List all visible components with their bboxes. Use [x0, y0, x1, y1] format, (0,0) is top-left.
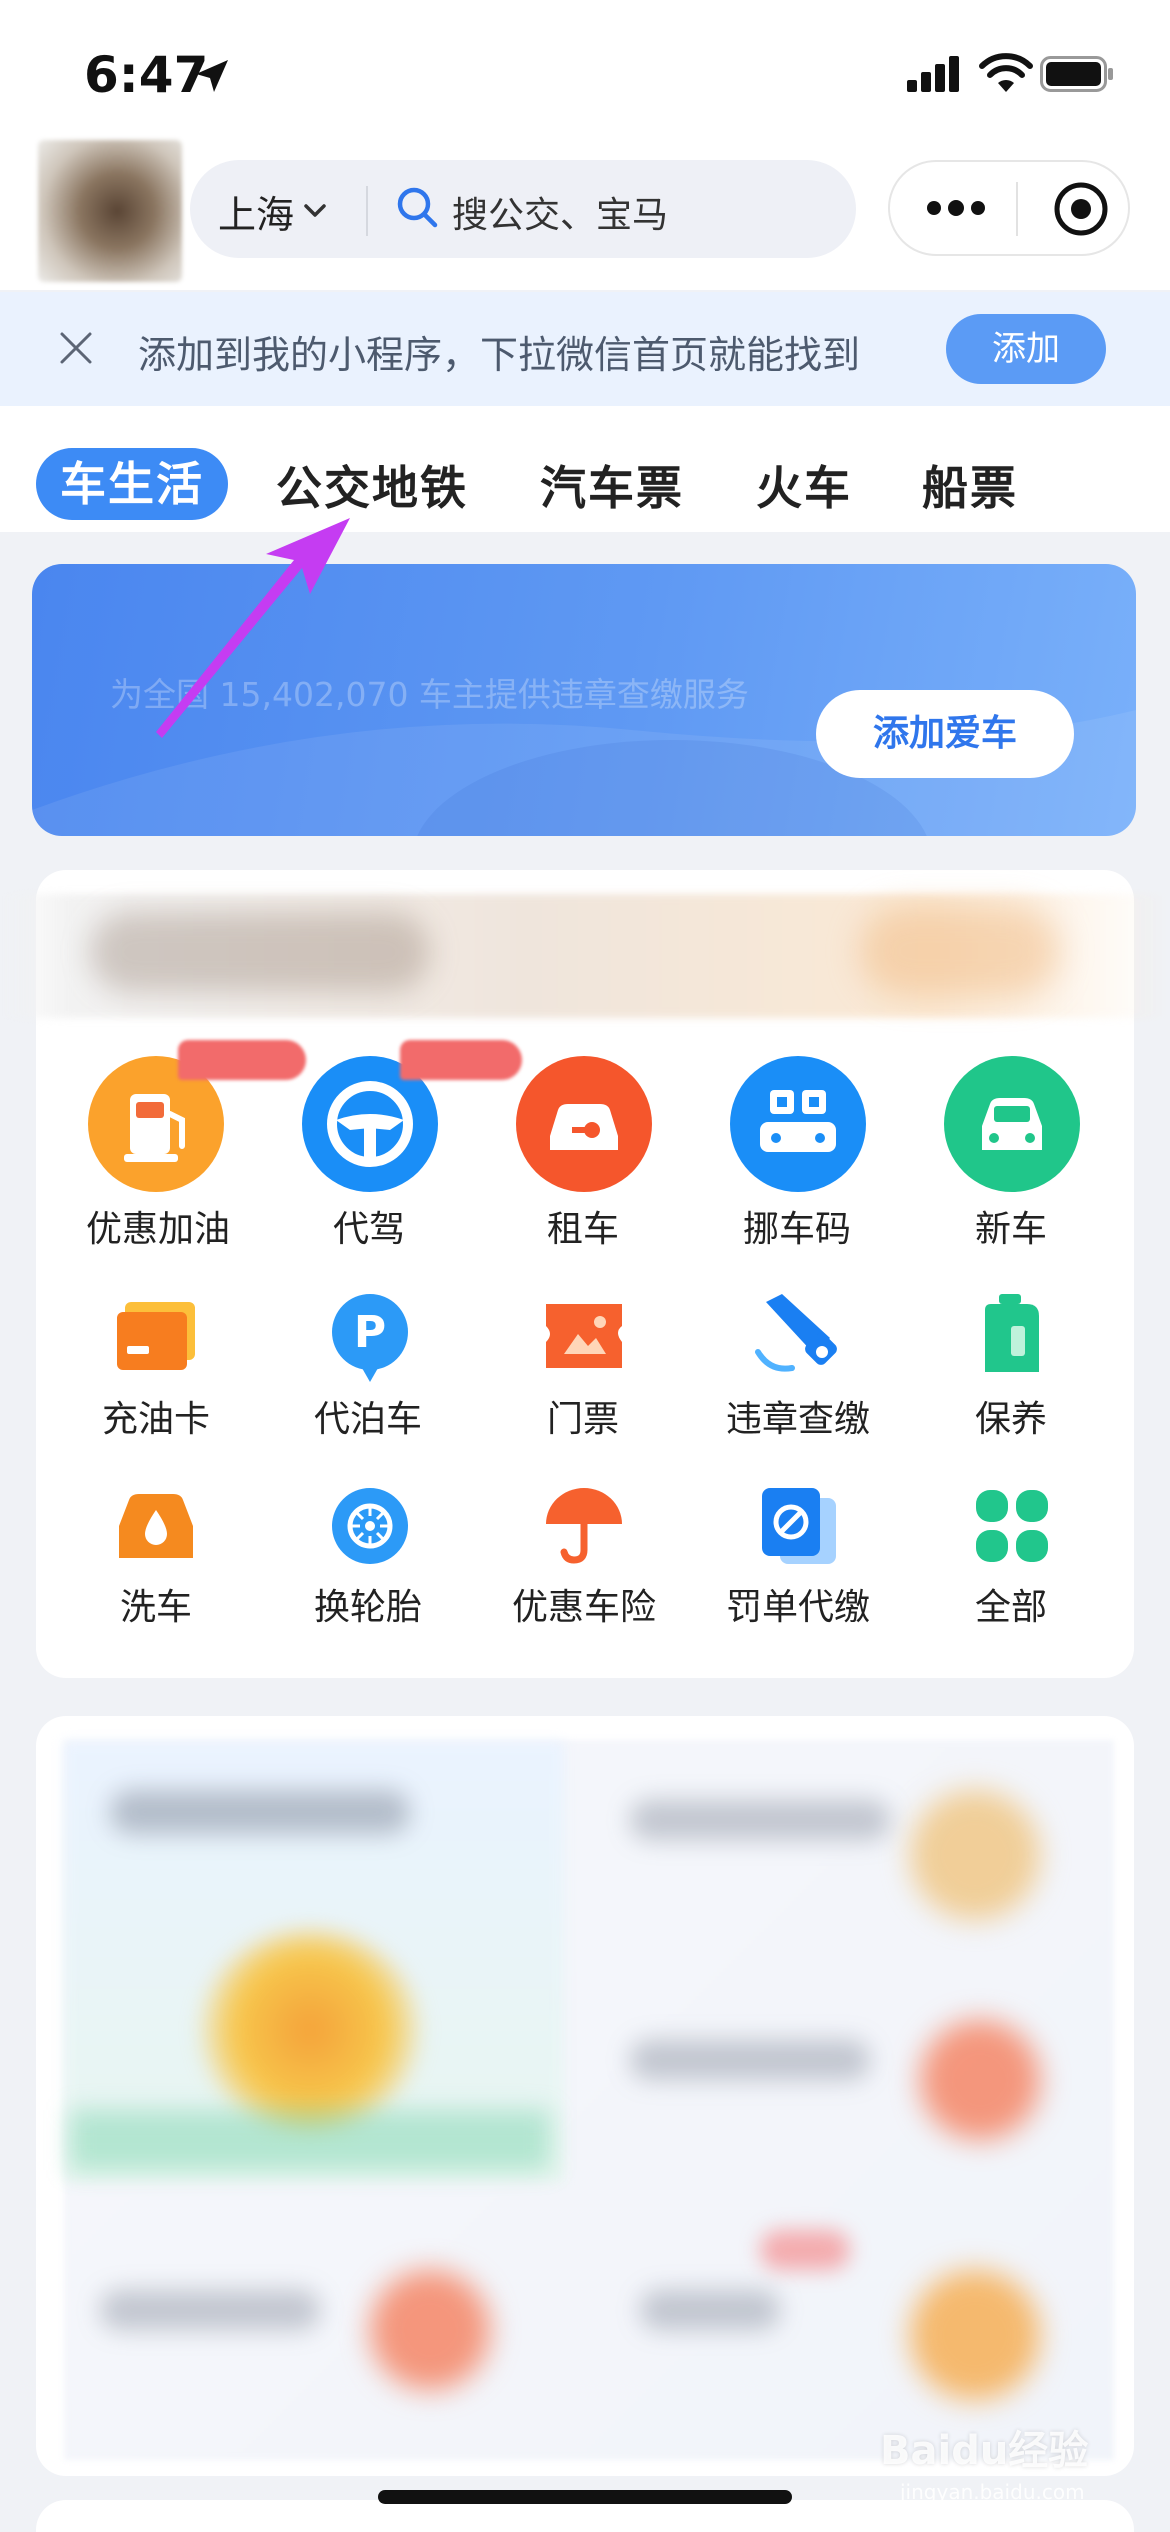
service-fuel-card[interactable]	[76, 1296, 236, 1376]
capsule-divider	[1016, 182, 1018, 236]
search-icon	[397, 187, 438, 228]
blurred-badge	[760, 2230, 850, 2270]
service-fuel-card-label: 充油卡	[102, 1399, 211, 1440]
location-arrow-icon	[196, 60, 228, 92]
service-maintenance-label: 保养	[975, 1399, 1048, 1440]
grid-icon	[976, 1490, 1048, 1562]
new-car-icon	[944, 1056, 1080, 1192]
blurred-title	[110, 1790, 410, 1834]
status-time: 6:47	[84, 46, 209, 104]
service-violation[interactable]	[718, 1292, 878, 1376]
search-input[interactable]: 搜公交、宝马	[452, 186, 668, 238]
tab-bus-metro[interactable]: 公交地铁	[276, 452, 468, 518]
blurred-content	[90, 912, 430, 992]
parking-icon: P	[332, 1294, 408, 1382]
service-insurance[interactable]	[504, 1484, 664, 1568]
annotation-arrow-icon	[156, 518, 350, 738]
close-icon[interactable]	[58, 330, 94, 366]
wifi-icon	[979, 53, 1033, 92]
camera-icon	[755, 1294, 837, 1372]
more-icon[interactable]	[924, 192, 988, 224]
service-move-car-label: 挪车码	[743, 1209, 852, 1250]
service-all[interactable]	[932, 1486, 1092, 1566]
service-move-car[interactable]	[718, 1054, 878, 1194]
car-wash-icon	[119, 1494, 193, 1558]
fuel-card-icon	[117, 1302, 195, 1370]
next-card-edge	[36, 2500, 1134, 2532]
blurred-text	[100, 2290, 320, 2330]
search-divider	[366, 186, 368, 236]
add-banner-text: 添加到我的小程序，下拉微信首页就能找到	[138, 333, 861, 377]
add-button[interactable]: 添加	[946, 314, 1106, 384]
watermark: Baidu经验	[880, 2428, 1089, 2474]
ticket-icon	[546, 1304, 622, 1368]
service-violation-label: 违章查缴	[726, 1399, 871, 1440]
service-car-wash-label: 洗车	[120, 1587, 193, 1628]
qr-car-icon	[730, 1056, 866, 1192]
service-badge	[178, 1040, 306, 1080]
ticket-fine-icon	[762, 1488, 836, 1564]
service-driver-label: 代驾	[333, 1209, 406, 1250]
service-all-label: 全部	[975, 1587, 1048, 1628]
home-indicator	[378, 2490, 792, 2504]
blurred-content	[860, 906, 1060, 996]
umbrella-icon	[546, 1488, 622, 1564]
tire-icon	[332, 1488, 408, 1564]
service-tickets-label: 门票	[547, 1399, 620, 1440]
cellular-signal-icon	[907, 56, 959, 92]
close-miniprogram-icon[interactable]	[1052, 180, 1110, 238]
service-gas-label: 优惠加油	[86, 1209, 231, 1250]
blurred-text	[630, 2040, 870, 2080]
avatar[interactable]	[38, 140, 182, 282]
service-valet[interactable]: P	[290, 1292, 450, 1382]
tab-coach-ticket[interactable]: 汽车票	[540, 452, 684, 518]
blurred-icon	[910, 1790, 1040, 1920]
service-fine-payment[interactable]	[718, 1484, 878, 1568]
blurred-text	[630, 1800, 890, 1840]
blurred-illustration	[200, 1930, 420, 2130]
service-tickets[interactable]	[504, 1298, 664, 1374]
blurred-green-band	[70, 2110, 550, 2170]
oil-bottle-icon	[985, 1294, 1039, 1372]
service-valet-label: 代泊车	[314, 1399, 423, 1440]
blurred-text	[640, 2290, 780, 2330]
blurred-icon	[920, 2020, 1040, 2140]
blurred-icon	[370, 2270, 490, 2390]
svg-text:P: P	[354, 1307, 386, 1358]
add-car-button[interactable]: 添加爱车	[816, 690, 1074, 778]
service-rental-label: 租车	[547, 1209, 620, 1250]
service-maintenance[interactable]	[932, 1292, 1092, 1376]
tab-ferry[interactable]: 船票	[922, 452, 1018, 518]
service-new-car[interactable]	[932, 1054, 1092, 1194]
chevron-down-icon[interactable]	[300, 196, 330, 226]
service-car-wash[interactable]	[76, 1486, 236, 1566]
service-new-car-label: 新车	[975, 1209, 1048, 1250]
tab-train[interactable]: 火车	[756, 452, 852, 518]
service-insurance-label: 优惠车险	[512, 1587, 657, 1628]
battery-icon	[1040, 56, 1113, 92]
service-rental[interactable]	[504, 1054, 664, 1194]
watermark-url: jingyan.baidu.com	[900, 2480, 1085, 2504]
blurred-icon	[910, 2270, 1040, 2400]
service-tires-label: 换轮胎	[314, 1587, 423, 1628]
city-selector[interactable]: 上海	[218, 184, 294, 239]
service-fine-payment-label: 罚单代缴	[726, 1587, 871, 1628]
car-key-icon	[516, 1056, 652, 1192]
service-tires[interactable]	[290, 1486, 450, 1566]
